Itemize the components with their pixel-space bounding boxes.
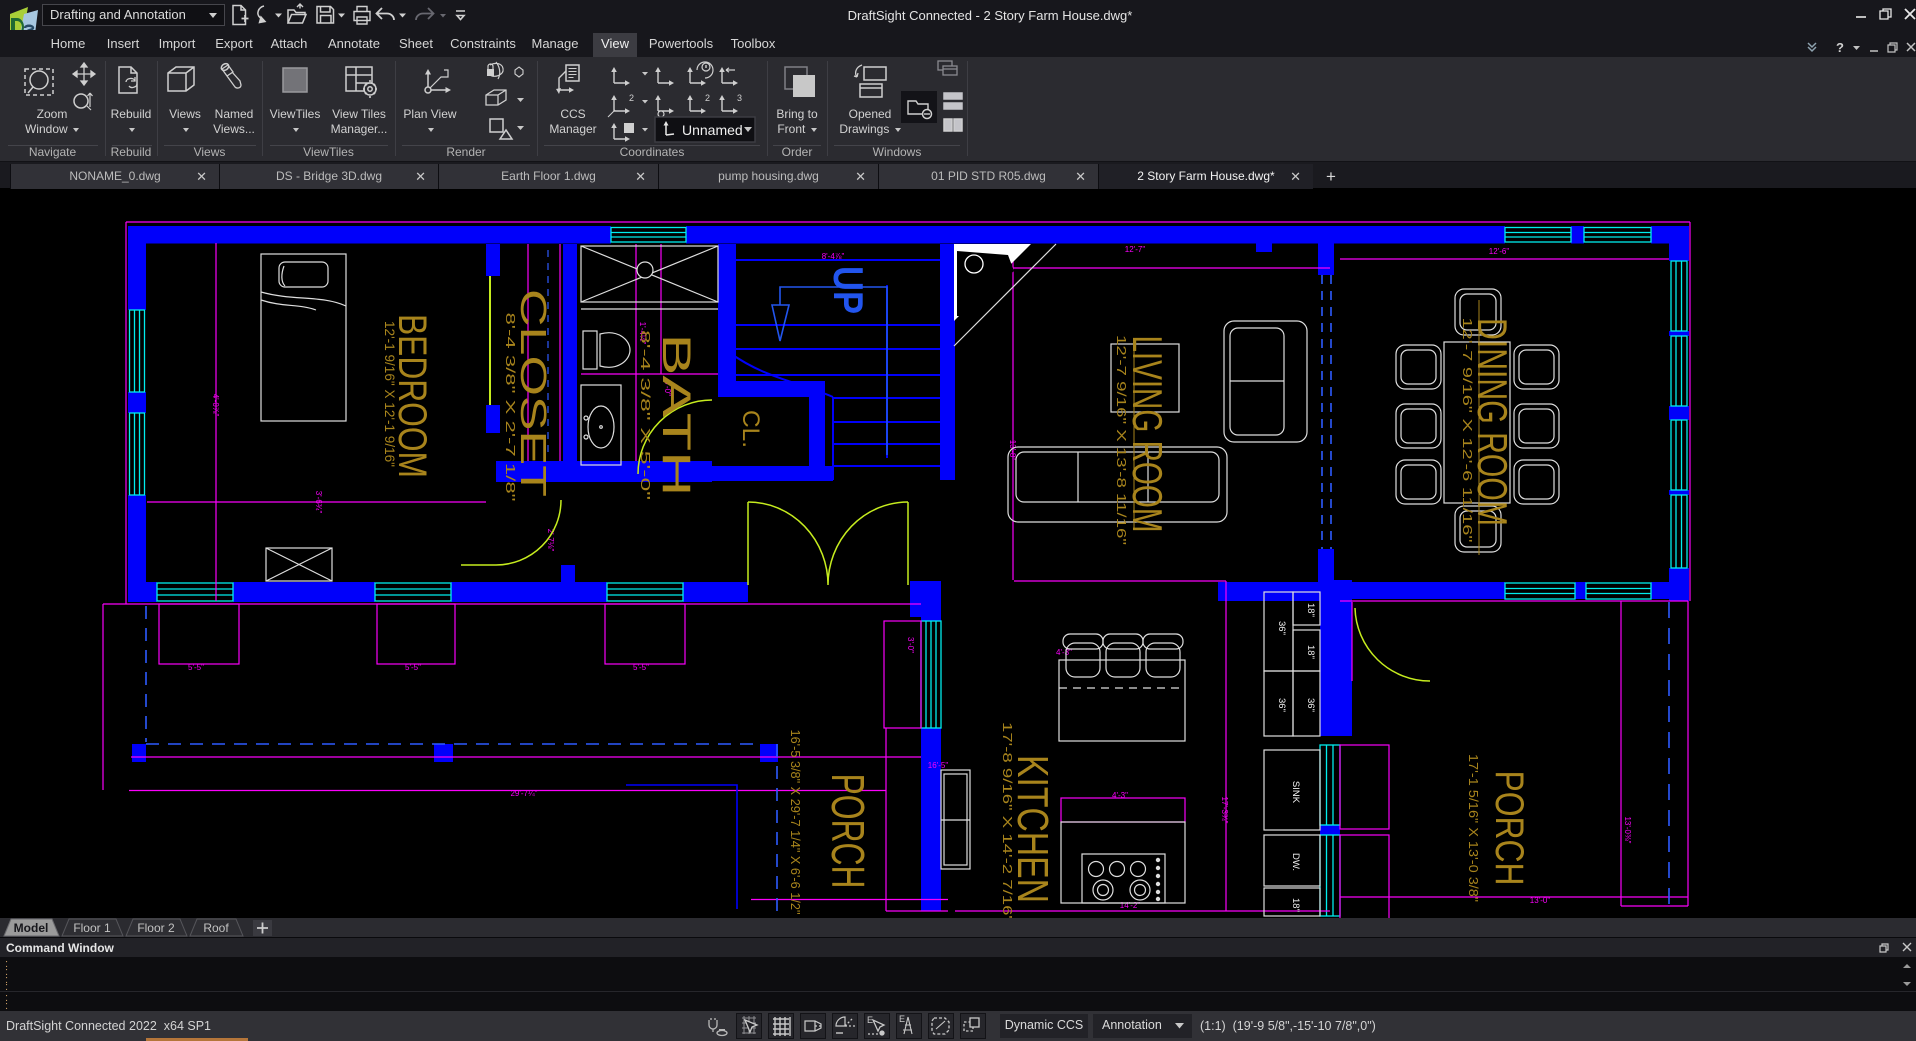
svg-text:17'-1 5/16" X 13'-0 3/8": 17'-1 5/16" X 13'-0 3/8" [1466, 754, 1481, 902]
svg-text:2: 2 [705, 93, 710, 103]
svg-text:8'-4 3/8" X 2'-7 1/8": 8'-4 3/8" X 2'-7 1/8" [503, 313, 518, 503]
svg-text:18": 18" [1290, 898, 1301, 912]
svg-text:36": 36" [1305, 698, 1316, 712]
svg-text:12'-7 9/16" X 13'-8 11/16": 12'-7 9/16" X 13'-8 11/16" [1114, 335, 1129, 546]
svg-text:17'-3¾": 17'-3¾" [1220, 796, 1229, 823]
svg-text:2: 2 [629, 93, 634, 103]
svg-text:18": 18" [1305, 603, 1316, 617]
svg-text:Floor 2: Floor 2 [137, 921, 175, 935]
svg-text:36": 36" [1276, 621, 1287, 635]
svg-text:4'-3": 4'-3" [1112, 791, 1128, 800]
svg-text:Roof: Roof [203, 921, 229, 935]
svg-text:5'-5": 5'-5" [633, 663, 649, 672]
svg-text:?: ? [1836, 40, 1844, 54]
svg-text:DINING ROOM: DINING ROOM [1469, 318, 1516, 526]
svg-text:3'-6¾": 3'-6¾" [314, 491, 323, 514]
svg-text:CLOSET: CLOSET [513, 289, 554, 497]
svg-text:36": 36" [1276, 698, 1287, 712]
svg-text:DW.: DW. [1290, 853, 1301, 871]
svg-text:13'-0⅜": 13'-0⅜" [1623, 816, 1632, 843]
svg-text:3'-0": 3'-0" [906, 637, 915, 653]
svg-text:3: 3 [737, 93, 742, 103]
svg-text:5'-5": 5'-5" [405, 663, 421, 672]
svg-text:29'-7¼": 29'-7¼" [510, 789, 537, 798]
svg-text:5'-5": 5'-5" [188, 663, 204, 672]
svg-text:PORCH: PORCH [822, 774, 874, 889]
svg-text:18": 18" [1305, 645, 1316, 659]
svg-text:16'-5": 16'-5" [928, 761, 949, 770]
svg-text:4'-0⅞": 4'-0⅞" [211, 394, 220, 417]
svg-text:PORCH: PORCH [1487, 771, 1531, 886]
svg-text:8'-4 3/8" X 5'-0": 8'-4 3/8" X 5'-0" [638, 330, 653, 501]
svg-text:UP: UP [825, 266, 872, 314]
svg-text:Unnamed: Unnamed [682, 122, 743, 138]
svg-text:14'-2": 14'-2" [1120, 901, 1141, 910]
svg-text:SINK: SINK [1290, 781, 1301, 804]
svg-text:12'-1 9/16" X 12'-1 9/16": 12'-1 9/16" X 12'-1 9/16" [382, 321, 397, 467]
svg-text:17'-8 9/16" X 14'-2 7/16": 17'-8 9/16" X 14'-2 7/16" [1000, 722, 1015, 918]
svg-text:LIVING ROOM: LIVING ROOM [1124, 336, 1171, 533]
svg-text:E: E [899, 1014, 905, 1024]
svg-text:12'-6": 12'-6" [1489, 247, 1510, 256]
svg-text:Model: Model [14, 921, 49, 935]
svg-text:12'-7 9/16" X 12'-6 11/16": 12'-7 9/16" X 12'-6 11/16" [1460, 318, 1475, 544]
svg-text:16'-5 3/8" X 29'-7 1/4" X 6'-6: 16'-5 3/8" X 29'-7 1/4" X 6'-6 1/2" [788, 730, 803, 915]
svg-text:BATH: BATH [654, 334, 698, 497]
svg-text:13'-8": 13'-8" [1008, 440, 1017, 461]
svg-text:8'-4⅞": 8'-4⅞" [822, 252, 845, 261]
svg-text:E: E [867, 1015, 873, 1025]
svg-text:12'-7": 12'-7" [1125, 245, 1146, 254]
svg-text:13'-0": 13'-0" [1530, 896, 1551, 905]
svg-text:CL.: CL. [737, 410, 764, 448]
svg-text:Floor 1: Floor 1 [73, 921, 111, 935]
